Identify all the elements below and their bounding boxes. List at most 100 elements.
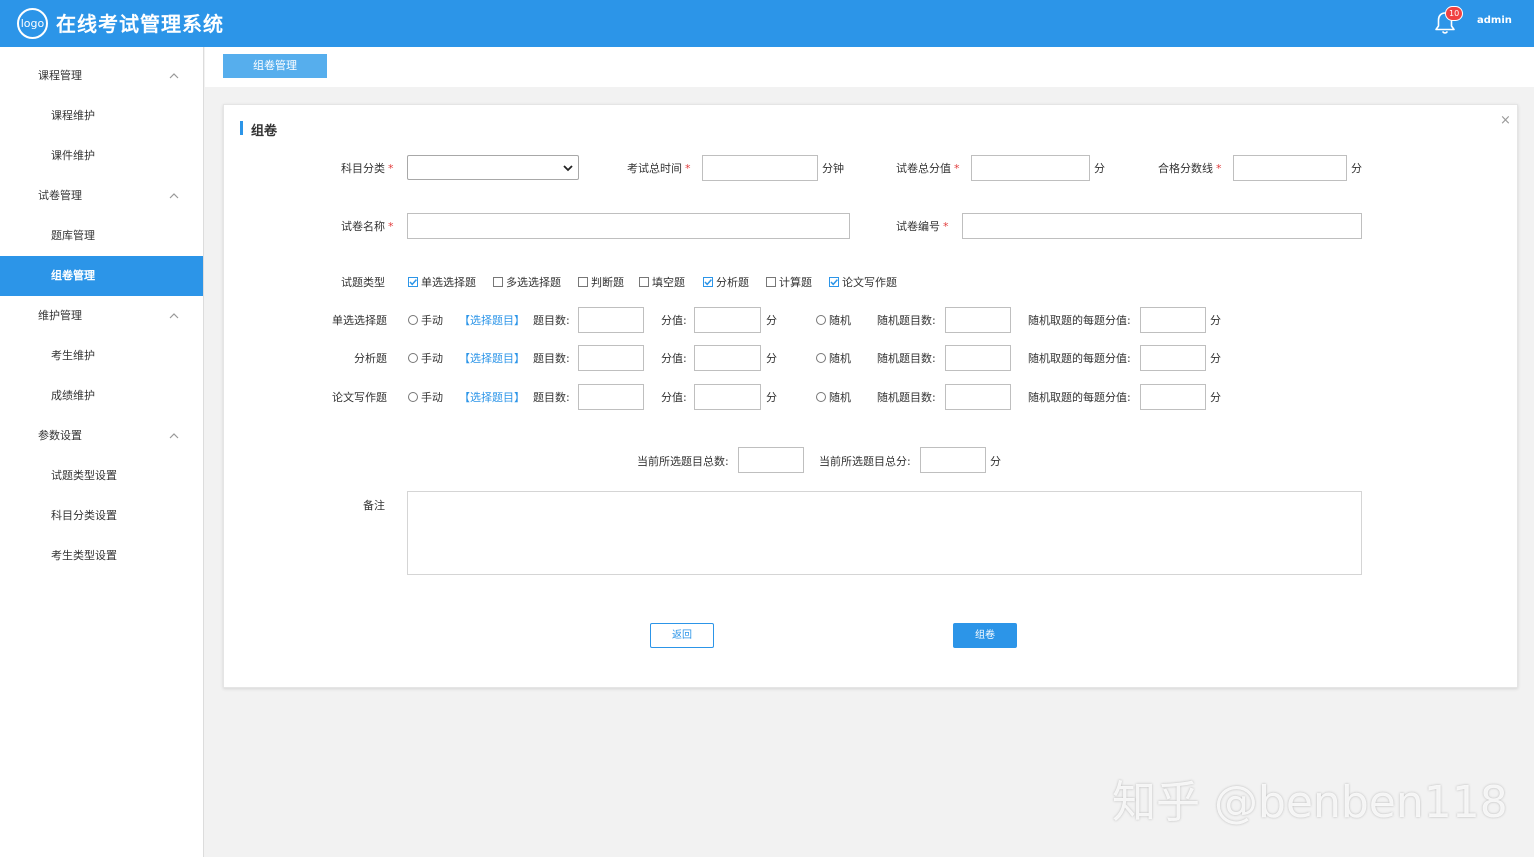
question-count-input[interactable] <box>578 345 644 371</box>
radio-random[interactable] <box>816 392 826 402</box>
sidebar-group-label: 参数设置 <box>38 429 82 442</box>
paper-name-label: 试卷名称 * <box>341 220 394 233</box>
radio-random[interactable] <box>816 315 826 325</box>
checkbox-single-choice[interactable] <box>408 277 418 287</box>
radio-manual[interactable] <box>408 392 418 402</box>
chevron-up-icon <box>169 73 179 79</box>
select-questions-link[interactable]: 【选择题目】 <box>459 352 525 366</box>
score-unit: 分 <box>766 314 777 327</box>
score-input[interactable] <box>694 307 761 333</box>
paper-code-input[interactable] <box>962 213 1362 239</box>
score-input[interactable] <box>694 345 761 371</box>
option-label: 论文写作题 <box>842 276 897 289</box>
chevron-up-icon <box>169 433 179 439</box>
row-type-label: 单选选择题 <box>332 314 387 327</box>
tab-bar: 组卷管理 <box>205 47 1534 87</box>
total-count-label: 当前所选题目总数: <box>637 455 729 468</box>
radio-manual[interactable] <box>408 353 418 363</box>
sidebar-item-label: 课件维护 <box>51 149 95 162</box>
sidebar-item-score-maintain[interactable]: 成绩维护 <box>0 376 203 416</box>
checkbox-true-false[interactable] <box>578 277 588 287</box>
back-button[interactable]: 返回 <box>650 623 714 648</box>
option-label: 多选选择题 <box>506 276 561 289</box>
manual-label: 手动 <box>421 352 443 365</box>
radio-manual[interactable] <box>408 315 418 325</box>
chevron-down-icon <box>563 165 573 172</box>
random-label: 随机 <box>829 314 851 327</box>
sidebar-group-paper[interactable]: 试卷管理 <box>0 176 203 216</box>
sidebar-item-course-maintain[interactable]: 课程维护 <box>0 96 203 136</box>
checkbox-essay[interactable] <box>829 277 839 287</box>
score-label: 分值: <box>661 391 687 404</box>
sidebar-item-examinee-maintain[interactable]: 考生维护 <box>0 336 203 376</box>
username[interactable]: admin <box>1477 15 1512 26</box>
sidebar-group-label: 试卷管理 <box>38 189 82 202</box>
radio-random[interactable] <box>816 353 826 363</box>
exam-duration-input[interactable] <box>702 155 818 181</box>
random-score-label: 随机取题的每题分值: <box>1028 314 1131 327</box>
sidebar-item-question-type-settings[interactable]: 试题类型设置 <box>0 456 203 496</box>
random-count-input[interactable] <box>945 345 1011 371</box>
score-unit: 分 <box>1351 162 1362 175</box>
chevron-up-icon <box>169 193 179 199</box>
sidebar-item-label: 科目分类设置 <box>51 509 117 522</box>
assemble-button[interactable]: 组卷 <box>953 623 1017 648</box>
manual-label: 手动 <box>421 391 443 404</box>
sidebar-group-maintain[interactable]: 维护管理 <box>0 296 203 336</box>
sidebar-item-courseware-maintain[interactable]: 课件维护 <box>0 136 203 176</box>
total-score-sum-label: 当前所选题目总分: <box>819 455 911 468</box>
score-label: 分值: <box>661 314 687 327</box>
paper-name-input[interactable] <box>407 213 850 239</box>
total-count-input[interactable] <box>738 447 804 473</box>
sidebar-group-course[interactable]: 课程管理 <box>0 56 203 96</box>
random-score-input[interactable] <box>1140 345 1206 371</box>
question-count-label: 题目数: <box>533 391 570 404</box>
checkbox-multi-choice[interactable] <box>493 277 503 287</box>
random-score-label: 随机取题的每题分值: <box>1028 352 1131 365</box>
sidebar-item-label: 考生类型设置 <box>51 549 117 562</box>
random-score-input[interactable] <box>1140 307 1206 333</box>
random-count-label: 随机题目数: <box>877 391 936 404</box>
sidebar-item-label: 试题类型设置 <box>51 469 117 482</box>
tab-paper-assembly[interactable]: 组卷管理 <box>223 54 327 78</box>
random-count-input[interactable] <box>945 384 1011 410</box>
remark-label: 备注 <box>363 499 385 512</box>
score-unit: 分 <box>766 352 777 365</box>
assembly-form-card: × 组卷 科目分类 * 考试总时间 * 分钟 试卷总分值 * 分 合格分数线 * 分 试… <box>223 104 1518 688</box>
total-score-sum-input[interactable] <box>920 447 986 473</box>
score-unit: 分 <box>1210 352 1221 365</box>
checkbox-calculation[interactable] <box>766 277 776 287</box>
sidebar-item-examinee-type-settings[interactable]: 考生类型设置 <box>0 536 203 576</box>
watermark: 知乎 @benben118 <box>1112 777 1508 828</box>
sidebar-group-params[interactable]: 参数设置 <box>0 416 203 456</box>
total-score-input[interactable] <box>971 155 1090 181</box>
question-count-label: 题目数: <box>533 314 570 327</box>
sidebar-item-paper-assembly[interactable]: 组卷管理 <box>0 256 203 296</box>
sidebar-item-question-bank[interactable]: 题库管理 <box>0 216 203 256</box>
checkbox-analysis[interactable] <box>703 277 713 287</box>
row-type-label: 分析题 <box>354 352 387 365</box>
score-unit: 分 <box>1094 162 1105 175</box>
logo: logo <box>17 8 48 39</box>
subject-category-select[interactable] <box>407 155 579 180</box>
select-questions-link[interactable]: 【选择题目】 <box>459 314 525 328</box>
question-count-label: 题目数: <box>533 352 570 365</box>
question-count-input[interactable] <box>578 384 644 410</box>
random-label: 随机 <box>829 352 851 365</box>
random-count-input[interactable] <box>945 307 1011 333</box>
title-accent-bar <box>240 121 243 135</box>
score-input[interactable] <box>694 384 761 410</box>
pass-score-input[interactable] <box>1233 155 1347 181</box>
remark-textarea[interactable] <box>407 491 1362 575</box>
select-questions-link[interactable]: 【选择题目】 <box>459 391 525 405</box>
random-count-label: 随机题目数: <box>877 314 936 327</box>
row-type-label: 论文写作题 <box>332 391 387 404</box>
close-icon[interactable]: × <box>1500 114 1511 128</box>
sidebar-item-label: 考生维护 <box>51 349 95 362</box>
paper-code-label: 试卷编号 * <box>896 220 949 233</box>
random-score-input[interactable] <box>1140 384 1206 410</box>
question-count-input[interactable] <box>578 307 644 333</box>
pass-score-label: 合格分数线 * <box>1158 162 1222 175</box>
checkbox-fill-blank[interactable] <box>639 277 649 287</box>
sidebar-item-subject-settings[interactable]: 科目分类设置 <box>0 496 203 536</box>
